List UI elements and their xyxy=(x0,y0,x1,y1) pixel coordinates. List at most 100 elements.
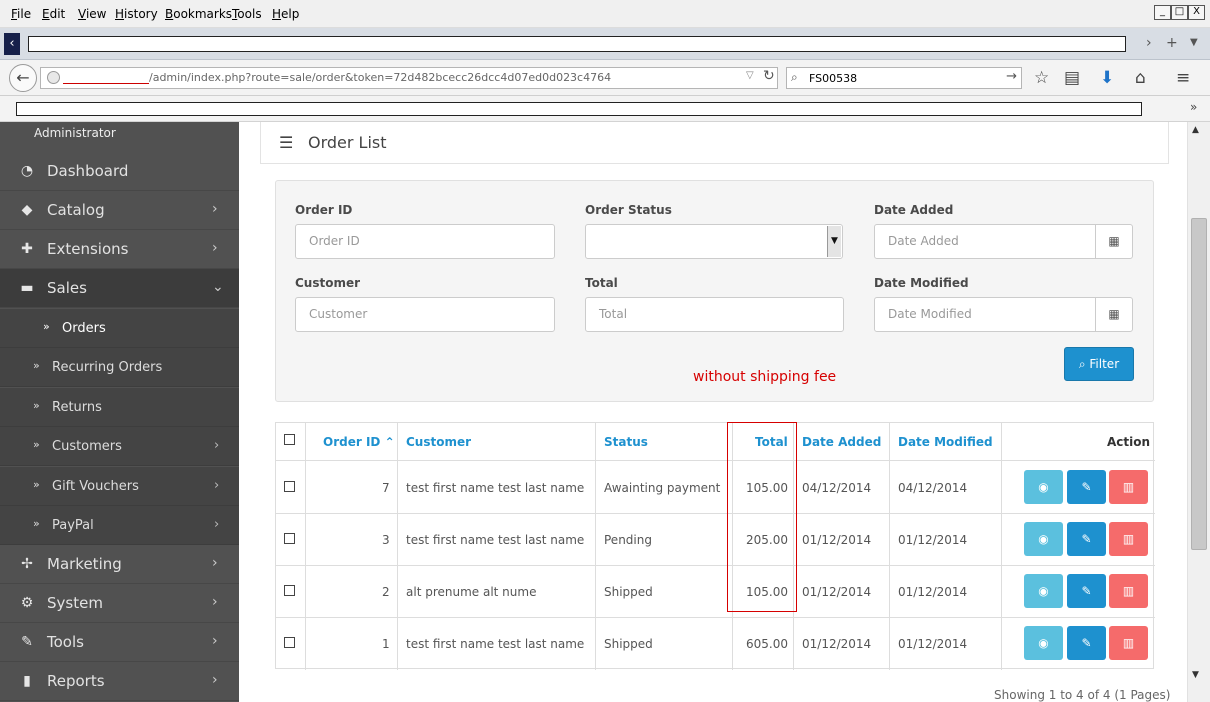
chevron-right-icon: › xyxy=(212,633,218,649)
sidebar-item-marketing[interactable]: ✢ Marketing › xyxy=(0,545,239,584)
select-all-checkbox[interactable] xyxy=(284,434,295,445)
date-added-input[interactable]: Date Added xyxy=(874,224,1096,259)
sort-order-id[interactable]: Order ID ⌃ xyxy=(323,435,395,449)
hamburger-menu-icon[interactable]: ≡ xyxy=(1176,68,1190,88)
calendar-icon[interactable]: ▦ xyxy=(1095,297,1133,332)
cell-status: Pending xyxy=(604,533,652,547)
row-checkbox[interactable] xyxy=(284,533,295,544)
cell-date-modified: 01/12/2014 xyxy=(898,585,968,599)
home-icon[interactable]: ⌂ xyxy=(1135,68,1146,88)
order-id-input[interactable]: Order ID xyxy=(295,224,555,259)
sidebar-subitem-gift-vouchers[interactable]: » Gift Vouchers › xyxy=(0,467,239,506)
reload-icon[interactable]: ↻ xyxy=(763,68,775,84)
order-status-select[interactable]: ▼ xyxy=(585,224,843,259)
delete-button[interactable]: ▥ xyxy=(1109,574,1148,608)
back-arrow-icon[interactable]: ← xyxy=(9,64,37,92)
menu-edit[interactable]: Edit xyxy=(42,7,65,21)
close-window-button[interactable]: X xyxy=(1188,5,1205,20)
sidebar-item-system[interactable]: ⚙ System › xyxy=(0,584,239,623)
minimize-button[interactable]: _ xyxy=(1154,5,1171,20)
customer-input[interactable]: Customer xyxy=(295,297,555,332)
filter-button[interactable]: ⌕ Filter xyxy=(1064,347,1134,381)
delete-button[interactable]: ▥ xyxy=(1109,470,1148,504)
total-input[interactable]: Total xyxy=(585,297,844,332)
view-button[interactable]: ◉ xyxy=(1024,574,1063,608)
sidebar-subitem-returns[interactable]: » Returns xyxy=(0,388,239,427)
tab-scroll-left-icon[interactable]: ‹ xyxy=(4,33,20,55)
edit-button[interactable]: ✎ xyxy=(1067,522,1106,556)
row-checkbox[interactable] xyxy=(284,585,295,596)
panel-heading: ☰ Order List xyxy=(260,122,1169,164)
sidebar-item-dashboard[interactable]: ◔ Dashboard xyxy=(0,152,239,191)
browser-search-box[interactable]: ⌕ FS00538 → xyxy=(786,67,1022,89)
browser-navbar: ← /admin/index.php?route=sale/order&toke… xyxy=(0,60,1210,96)
sidebar-item-reports[interactable]: ▮ Reports › xyxy=(0,662,239,701)
scroll-thumb[interactable] xyxy=(1191,218,1207,550)
select-arrow-icon: ▼ xyxy=(827,226,841,257)
new-tab-icon[interactable]: + xyxy=(1166,35,1178,51)
globe-icon xyxy=(47,71,60,84)
sort-customer[interactable]: Customer xyxy=(406,435,471,449)
calendar-icon[interactable]: ▦ xyxy=(1095,224,1133,259)
view-button[interactable]: ◉ xyxy=(1024,522,1063,556)
sidebar-subitem-recurring-orders[interactable]: » Recurring Orders xyxy=(0,348,239,387)
sidebar-subitem-orders[interactable]: » Orders xyxy=(0,309,239,348)
url-dropdown-icon[interactable]: ▽ xyxy=(746,70,754,81)
user-role: Administrator xyxy=(34,126,116,140)
maximize-button[interactable]: □ xyxy=(1171,5,1188,20)
search-go-icon[interactable]: → xyxy=(1006,69,1017,84)
sidebar-subitem-paypal[interactable]: » PayPal › xyxy=(0,506,239,545)
pencil-icon: ✎ xyxy=(1081,480,1092,494)
menu-history[interactable]: History xyxy=(115,7,158,21)
pencil-icon: ✎ xyxy=(1081,584,1092,598)
sidebar-item-catalog[interactable]: ◆ Catalog › xyxy=(0,191,239,230)
row-checkbox[interactable] xyxy=(284,481,295,492)
cell-date-added: 04/12/2014 xyxy=(802,481,872,495)
page-scrollbar[interactable]: ▲ ▼ xyxy=(1187,122,1210,702)
bookmark-star-icon[interactable]: ☆ xyxy=(1034,68,1049,88)
view-button[interactable]: ◉ xyxy=(1024,626,1063,660)
view-button[interactable]: ◉ xyxy=(1024,470,1063,504)
sidebar-subitem-customers[interactable]: » Customers › xyxy=(0,427,239,466)
sort-status[interactable]: Status xyxy=(604,435,648,449)
page-title: Order List xyxy=(308,133,387,152)
menu-view[interactable]: View xyxy=(78,7,106,21)
date-modified-label: Date Modified xyxy=(874,276,969,290)
menu-help[interactable]: Help xyxy=(272,7,299,21)
url-bar[interactable]: /admin/index.php?route=sale/order&token=… xyxy=(40,67,778,89)
bookmarks-strip[interactable] xyxy=(16,102,1142,116)
admin-sidebar: Administrator ◔ Dashboard ◆ Catalog › ✚ … xyxy=(0,122,239,702)
delete-button[interactable]: ▥ xyxy=(1109,626,1148,660)
order-id-label: Order ID xyxy=(295,203,353,217)
edit-button[interactable]: ✎ xyxy=(1067,574,1106,608)
tab-strip[interactable] xyxy=(28,36,1126,52)
sidebar-item-extensions[interactable]: ✚ Extensions › xyxy=(0,230,239,269)
cell-status: Shipped xyxy=(604,585,653,599)
tab-list-icon[interactable]: ▼ xyxy=(1190,37,1198,48)
trash-icon: ▥ xyxy=(1122,584,1135,598)
bar-chart-icon: ▮ xyxy=(23,673,31,689)
chevron-down-icon: ⌄ xyxy=(212,279,224,295)
sort-date-modified[interactable]: Date Modified xyxy=(898,435,993,449)
bookmarks-overflow-icon[interactable]: » xyxy=(1190,100,1197,114)
menu-file[interactable]: File xyxy=(11,7,31,21)
scroll-up-icon[interactable]: ▲ xyxy=(1192,125,1199,135)
edit-button[interactable]: ✎ xyxy=(1067,626,1106,660)
sidebar-item-tools[interactable]: ✎ Tools › xyxy=(0,623,239,662)
cell-date-modified: 01/12/2014 xyxy=(898,533,968,547)
scroll-down-icon[interactable]: ▼ xyxy=(1192,670,1199,680)
reading-list-icon[interactable]: ▤ xyxy=(1064,68,1080,88)
tab-scroll-right-icon[interactable]: › xyxy=(1146,35,1152,51)
total-label: Total xyxy=(585,276,618,290)
menu-tools[interactable]: Tools xyxy=(232,7,262,21)
sidebar-item-sales[interactable]: ▬ Sales ⌄ xyxy=(0,269,239,308)
menu-bookmarks[interactable]: Bookmarks xyxy=(165,7,232,21)
download-icon[interactable]: ⬇ xyxy=(1100,68,1114,88)
browser-menubar: File Edit View History Bookmarks Tools H… xyxy=(0,0,1210,28)
date-modified-input[interactable]: Date Modified xyxy=(874,297,1096,332)
row-checkbox[interactable] xyxy=(284,637,295,648)
double-chevron-icon: » xyxy=(33,438,40,451)
delete-button[interactable]: ▥ xyxy=(1109,522,1148,556)
edit-button[interactable]: ✎ xyxy=(1067,470,1106,504)
sort-date-added[interactable]: Date Added xyxy=(802,435,881,449)
